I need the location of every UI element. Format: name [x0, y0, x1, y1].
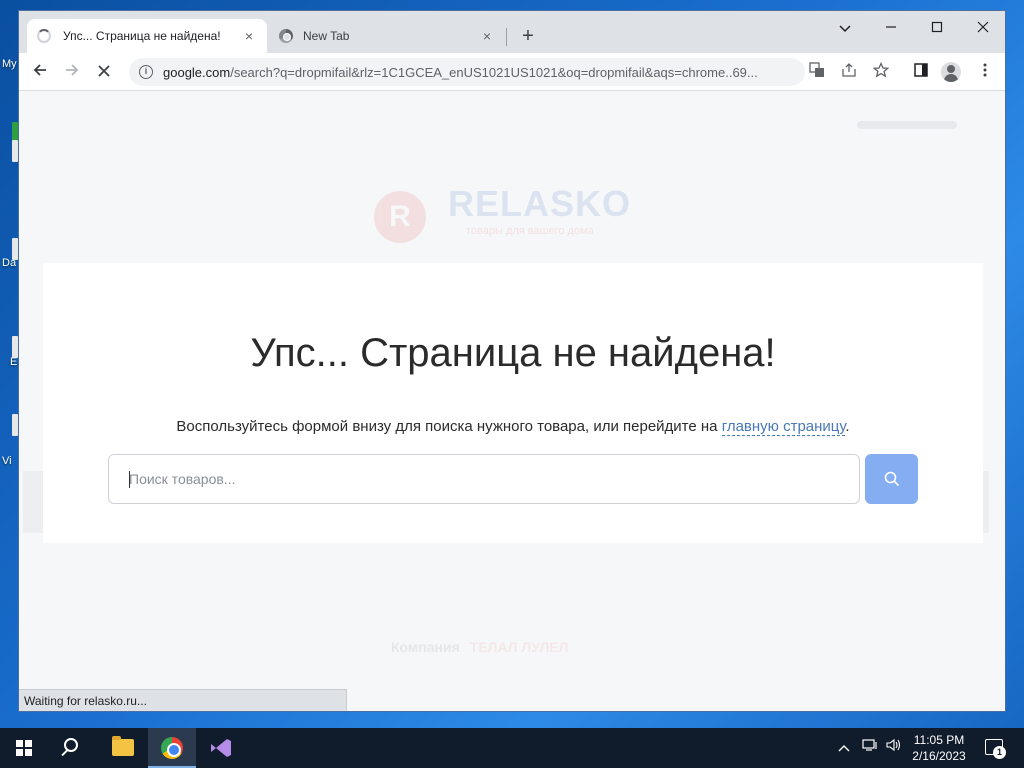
- search-button[interactable]: [865, 454, 918, 504]
- browser-window: Упс... Страница не найдена! × New Tab × …: [18, 10, 1006, 712]
- header-link-placeholder: [857, 121, 957, 129]
- logo-mark: R: [374, 191, 426, 243]
- forward-button[interactable]: [60, 60, 84, 84]
- desktop-label-da[interactable]: Da: [2, 257, 16, 269]
- taskbar-visual-studio[interactable]: [197, 728, 245, 768]
- status-bubble: Waiting for relasko.ru...: [19, 689, 347, 711]
- tab-label: New Tab: [303, 29, 350, 43]
- tab-search-dropdown-icon[interactable]: [833, 17, 857, 41]
- desktop-label-e[interactable]: E: [10, 356, 17, 368]
- notification-badge: 1: [993, 746, 1006, 759]
- new-tab-button[interactable]: +: [517, 24, 539, 48]
- card-shadow-left: [23, 471, 43, 533]
- bookmark-star-icon[interactable]: [872, 61, 890, 81]
- home-page-link[interactable]: главную страницу: [721, 418, 846, 436]
- clock-time: 11:05 PM: [913, 733, 965, 747]
- footer-label: Компания: [391, 639, 460, 655]
- loading-spinner-icon: [37, 29, 51, 43]
- translate-icon[interactable]: [809, 62, 825, 81]
- site-logo[interactable]: R RELASKO товары для вашего дома: [374, 183, 644, 243]
- windows-icon: [16, 740, 32, 756]
- clock-date: 2/16/2023: [912, 749, 966, 763]
- close-window-button[interactable]: [971, 17, 995, 41]
- tab-label: Упс... Страница не найдена!: [63, 29, 221, 43]
- taskbar-chrome[interactable]: [148, 728, 196, 768]
- taskbar-search-button[interactable]: [48, 728, 96, 768]
- clock[interactable]: 11:05 PM 2/16/2023: [900, 732, 978, 764]
- desktop-icons-strip: My Da E Vi: [0, 0, 20, 728]
- back-button[interactable]: [28, 60, 52, 84]
- footer-value: ТЕЛАЛ ЛУЛЕЛ: [469, 639, 569, 655]
- tab-close-icon[interactable]: ×: [479, 28, 495, 44]
- tab-not-found[interactable]: Упс... Страница не найдена! ×: [27, 19, 267, 53]
- tab-strip: Упс... Страница не найдена! × New Tab × …: [19, 11, 1005, 53]
- footer-company: Компания ТЕЛАЛ ЛУЛЕЛ: [391, 639, 568, 655]
- network-icon[interactable]: [862, 728, 878, 768]
- tab-new-tab[interactable]: New Tab ×: [269, 19, 505, 53]
- card-shadow-right: [983, 471, 989, 533]
- search-icon: [884, 471, 900, 487]
- site-info-icon[interactable]: i: [139, 65, 153, 79]
- profile-avatar[interactable]: [941, 62, 961, 82]
- tab-close-icon[interactable]: ×: [241, 28, 257, 44]
- address-bar[interactable]: i google.com/search?q=dropmifail&rlz=1C1…: [129, 58, 805, 86]
- menu-kebab-icon[interactable]: [977, 62, 993, 81]
- logo-tagline: товары для вашего дома: [466, 225, 594, 237]
- chrome-icon: [161, 737, 183, 759]
- minimize-button[interactable]: [879, 17, 903, 41]
- taskbar-file-explorer[interactable]: [100, 728, 148, 768]
- page-title: Упс... Страница не найдена!: [250, 331, 776, 375]
- folder-icon: [112, 736, 134, 756]
- maximize-button[interactable]: [925, 17, 949, 41]
- start-button[interactable]: [0, 728, 48, 768]
- not-found-card: Упс... Страница не найдена! Воспользуйте…: [43, 263, 983, 543]
- logo-name: RELASKO: [448, 183, 632, 224]
- search-icon: [64, 738, 78, 752]
- side-panel-icon[interactable]: [913, 62, 929, 81]
- text-caret: [129, 471, 130, 488]
- visual-studio-icon: [209, 737, 233, 759]
- browser-toolbar: i google.com/search?q=dropmifail&rlz=1C1…: [19, 53, 1005, 91]
- address-url[interactable]: google.com/search?q=dropmifail&rlz=1C1GC…: [163, 65, 805, 80]
- product-search-input[interactable]: [108, 454, 860, 504]
- share-icon[interactable]: [841, 62, 857, 81]
- taskbar: 11:05 PM 2/16/2023 1: [0, 728, 1024, 768]
- tab-separator: [506, 28, 507, 46]
- desktop-label-vi[interactable]: Vi: [2, 455, 12, 467]
- chrome-icon: [279, 29, 293, 43]
- web-page: R RELASKO товары для вашего дома Упс... …: [19, 91, 1005, 711]
- stop-loading-button[interactable]: [92, 60, 116, 84]
- desktop-label-my[interactable]: My: [2, 58, 17, 70]
- not-found-message: Воспользуйтесь формой внизу для поиска н…: [176, 418, 850, 436]
- tray-chevron-icon[interactable]: [838, 728, 850, 768]
